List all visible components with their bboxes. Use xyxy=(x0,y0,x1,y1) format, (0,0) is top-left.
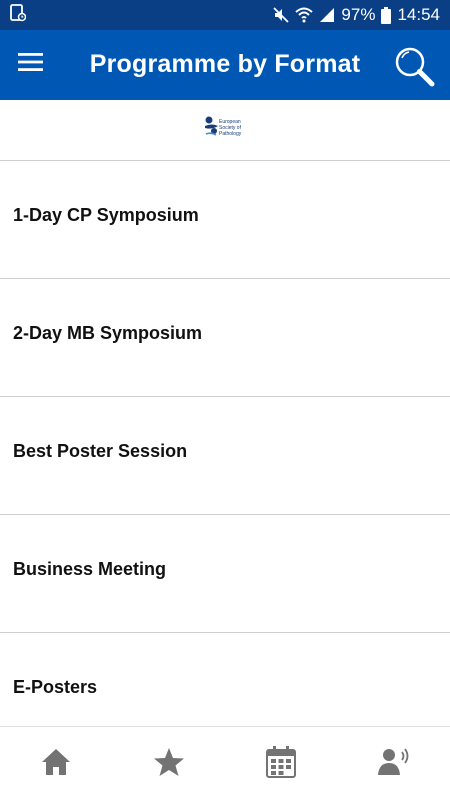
list-item-label: Best Poster Session xyxy=(13,441,187,462)
speaker-profile-icon xyxy=(377,747,411,782)
list-item-label: 1-Day CP Symposium xyxy=(13,205,199,226)
format-list: 1-Day CP Symposium 2-Day MB Symposium Be… xyxy=(0,161,450,750)
bottom-navigation xyxy=(0,726,450,801)
list-item[interactable]: 2-Day MB Symposium xyxy=(0,279,450,397)
search-icon[interactable] xyxy=(392,44,436,88)
sponsor-logo-banner: European Society of Pathology xyxy=(0,100,450,161)
favorites-star-icon xyxy=(153,747,185,782)
nav-calendar[interactable] xyxy=(225,727,338,801)
nav-home[interactable] xyxy=(0,727,113,801)
app-bar: Programme by Format xyxy=(0,30,450,100)
list-item-label: 2-Day MB Symposium xyxy=(13,323,202,344)
list-item-label: Business Meeting xyxy=(13,559,166,580)
sim-card-icon xyxy=(10,4,26,27)
logo-text: European Society of Pathology xyxy=(219,119,253,137)
home-icon xyxy=(40,747,72,782)
list-item-label: E-Posters xyxy=(13,677,97,698)
battery-icon xyxy=(381,7,391,24)
clock: 14:54 xyxy=(397,5,440,25)
page-title: Programme by Format xyxy=(0,50,450,79)
wifi-icon xyxy=(295,7,313,23)
calendar-icon xyxy=(266,746,296,783)
nav-favorites[interactable] xyxy=(113,727,226,801)
list-item[interactable]: Best Poster Session xyxy=(0,397,450,515)
list-item[interactable]: 1-Day CP Symposium xyxy=(0,161,450,279)
list-item[interactable]: Business Meeting xyxy=(0,515,450,633)
european-society-of-pathology-logo: European Society of Pathology xyxy=(204,114,250,146)
status-indicators: 97% 14:54 xyxy=(273,5,440,25)
nav-speakers[interactable] xyxy=(338,727,450,801)
signal-icon xyxy=(319,7,335,23)
status-bar: 97% 14:54 xyxy=(0,0,450,30)
battery-percent: 97% xyxy=(341,5,375,25)
mute-icon xyxy=(273,7,289,23)
